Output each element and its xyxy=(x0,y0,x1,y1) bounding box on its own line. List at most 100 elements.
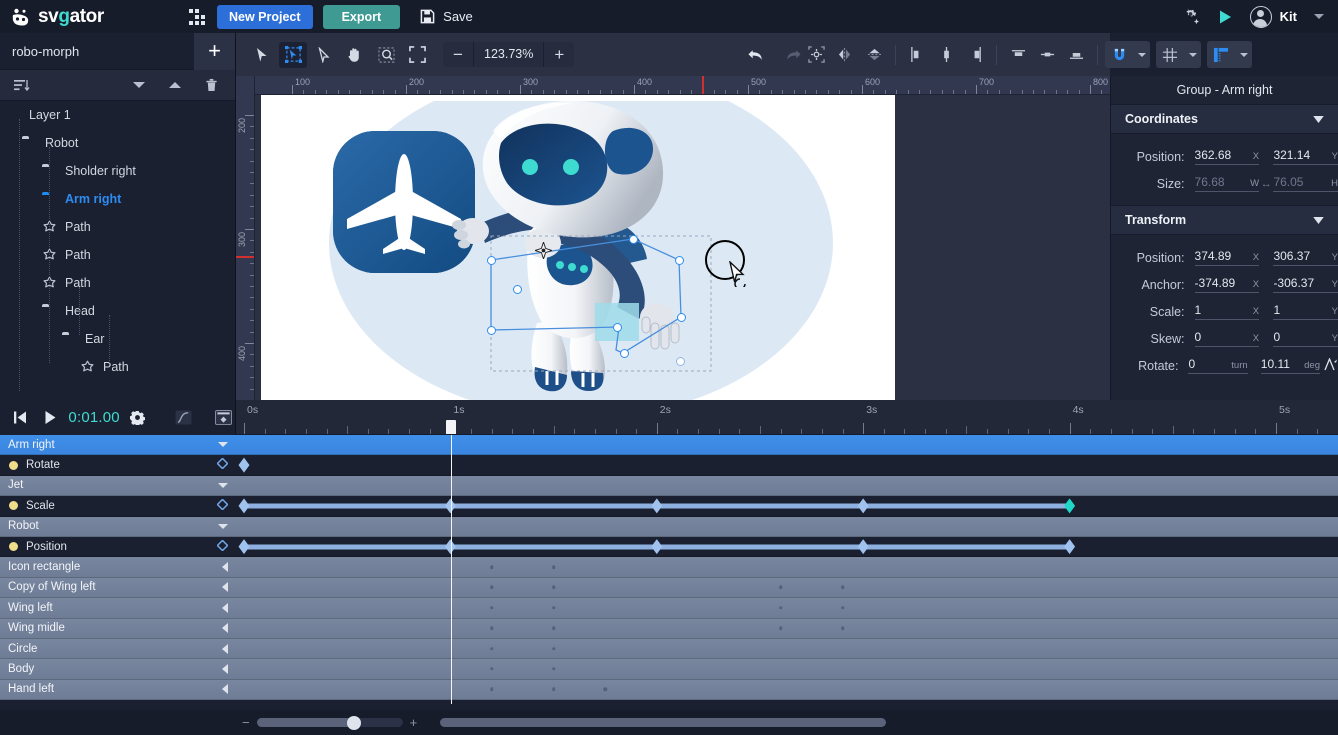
collapsed-keyframe-dot[interactable] xyxy=(778,606,783,610)
timeline-row-collapsed[interactable]: Circle xyxy=(0,638,1338,660)
collapsed-keyframe-dot[interactable] xyxy=(778,626,783,630)
transform-tool[interactable] xyxy=(279,41,307,68)
keyframe-diamond[interactable] xyxy=(238,498,250,514)
app-logo[interactable]: svgator xyxy=(11,6,189,28)
select-tool[interactable] xyxy=(248,42,276,68)
timeline-row-track[interactable] xyxy=(236,638,1338,660)
timeline-row-collapsed[interactable]: Body xyxy=(0,659,1338,680)
timeline-row-prop[interactable]: Rotate xyxy=(0,455,1338,476)
selection-handle[interactable] xyxy=(676,357,685,366)
align-right-icon[interactable] xyxy=(961,42,989,68)
export-button[interactable]: Export xyxy=(322,4,401,29)
layer-tree-item[interactable]: Path xyxy=(0,353,235,381)
keyframe-editor-icon[interactable] xyxy=(211,410,235,425)
vertical-ruler[interactable]: 200 300 400 xyxy=(236,76,255,400)
collapsed-keyframe-dot[interactable] xyxy=(489,626,494,630)
timeline-row-track[interactable] xyxy=(236,577,1338,599)
timeline-row-track[interactable] xyxy=(236,536,1338,558)
timeline-row-name[interactable]: Hand left xyxy=(0,679,236,701)
selection-handle[interactable] xyxy=(629,235,638,244)
timeline-row-group[interactable]: Jet xyxy=(0,475,1338,497)
chevron-down-icon[interactable] xyxy=(1314,14,1324,19)
add-keyframe-icon[interactable] xyxy=(216,539,229,554)
selection-handle[interactable] xyxy=(513,285,522,294)
timeline-zoom-out-button[interactable]: − xyxy=(242,715,250,730)
chevron-left-icon[interactable] xyxy=(222,582,228,593)
rulers-guides-icon[interactable] xyxy=(1207,47,1235,63)
redo-arrow-icon[interactable] xyxy=(783,47,802,63)
gear-sparkle-icon[interactable] xyxy=(1183,8,1201,26)
collapsed-keyframe-dot[interactable] xyxy=(778,585,783,590)
chevron-left-icon[interactable] xyxy=(222,663,228,674)
align-middle-v-icon[interactable] xyxy=(1033,42,1061,68)
timeline-row-collapsed[interactable]: Icon rectangle xyxy=(0,557,1338,578)
collapsed-keyframe-dot[interactable] xyxy=(551,667,556,671)
anchor-center-icon[interactable] xyxy=(802,42,830,68)
keyframe-diamond[interactable] xyxy=(857,498,869,514)
chevron-down-icon[interactable] xyxy=(1313,211,1324,229)
collapsed-keyframe-dot[interactable] xyxy=(489,646,494,651)
property-x-field[interactable]: 1X xyxy=(1194,303,1260,320)
chevron-down-icon[interactable] xyxy=(218,523,228,529)
chevron-left-icon[interactable] xyxy=(222,623,228,634)
move-layer-down-icon[interactable] xyxy=(133,82,145,88)
artboard[interactable] xyxy=(261,95,895,400)
timeline-zoom-slider[interactable] xyxy=(256,715,403,730)
playhead-knob[interactable] xyxy=(446,420,456,434)
timeline-row-name[interactable]: Arm right xyxy=(0,435,236,456)
canvas-area[interactable]: 100 200 300 400 500 600 700 800 200 300 400 xyxy=(236,76,1110,400)
property-y-field[interactable]: 10.11 deg xyxy=(1260,357,1320,374)
collapsed-keyframe-dot[interactable] xyxy=(551,585,556,590)
sort-list-icon[interactable] xyxy=(14,79,30,92)
add-keyframe-icon[interactable] xyxy=(216,457,229,472)
align-bottom-icon[interactable] xyxy=(1062,42,1090,68)
property-y-field[interactable]: 306.37 Y xyxy=(1273,249,1338,266)
selection-handle[interactable] xyxy=(677,313,686,322)
trash-icon[interactable] xyxy=(205,78,218,92)
timeline-row-track[interactable] xyxy=(236,435,1338,456)
property-x-field[interactable]: 374.89 X xyxy=(1194,249,1260,266)
timeline-row-prop[interactable]: Position xyxy=(0,536,1338,558)
zoom-in-button[interactable]: + xyxy=(544,42,574,67)
property-y-field[interactable]: 1Y xyxy=(1273,303,1338,320)
timeline-row-track[interactable] xyxy=(236,679,1338,701)
chevron-left-icon[interactable] xyxy=(222,643,228,654)
layer-tree-item[interactable]: Path xyxy=(0,241,235,269)
chevron-down-icon[interactable] xyxy=(218,482,228,488)
property-x-field[interactable]: 362.68 X xyxy=(1194,148,1260,165)
zoom-level-value[interactable]: 123.73% xyxy=(473,42,545,67)
timeline-row-name[interactable]: Circle xyxy=(0,638,236,660)
section-header-transform[interactable]: Transform xyxy=(1111,205,1338,235)
timeline-row-collapsed[interactable]: Wing midle xyxy=(0,618,1338,639)
chevron-left-icon[interactable] xyxy=(222,602,228,613)
chevron-down-icon[interactable] xyxy=(1313,110,1324,128)
chevron-down-icon[interactable] xyxy=(218,442,228,448)
collapsed-keyframe-dot[interactable] xyxy=(551,606,556,610)
keyframe-diamond[interactable] xyxy=(1064,498,1076,514)
align-top-icon[interactable] xyxy=(1004,42,1032,68)
collapsed-keyframe-dot[interactable] xyxy=(489,585,494,590)
anchor-point-icon[interactable] xyxy=(533,240,554,261)
selection-handle[interactable] xyxy=(675,256,684,265)
collapsed-keyframe-dot[interactable] xyxy=(840,585,845,590)
layer-tree-item[interactable]: Path xyxy=(0,269,235,297)
property-x-field[interactable]: -374.89 X xyxy=(1194,276,1260,293)
add-layer-button[interactable]: + xyxy=(194,32,235,70)
easing-curve-icon[interactable] xyxy=(172,410,196,425)
keyframe-diamond[interactable] xyxy=(238,457,250,473)
collapsed-keyframe-dot[interactable] xyxy=(840,626,845,630)
move-layer-up-icon[interactable] xyxy=(169,82,181,88)
keyframe-diamond[interactable] xyxy=(857,539,869,555)
grid-dropdown[interactable] xyxy=(1156,41,1202,68)
link-size-icon[interactable]: ↔ xyxy=(1259,178,1273,190)
timeline-row-track[interactable] xyxy=(236,618,1338,639)
collapsed-keyframe-dot[interactable] xyxy=(840,606,845,610)
timeline-row-track[interactable] xyxy=(236,598,1338,619)
align-center-h-icon[interactable] xyxy=(932,42,960,68)
layer-tree-item[interactable]: Arm right xyxy=(0,185,235,213)
layer-tree-item[interactable]: Robot xyxy=(0,129,235,157)
flip-horizontal-icon[interactable] xyxy=(831,42,859,68)
selection-handle[interactable] xyxy=(620,349,629,358)
collapsed-keyframe-dot[interactable] xyxy=(551,646,556,651)
timeline-row-collapsed[interactable]: Hand left xyxy=(0,679,1338,701)
